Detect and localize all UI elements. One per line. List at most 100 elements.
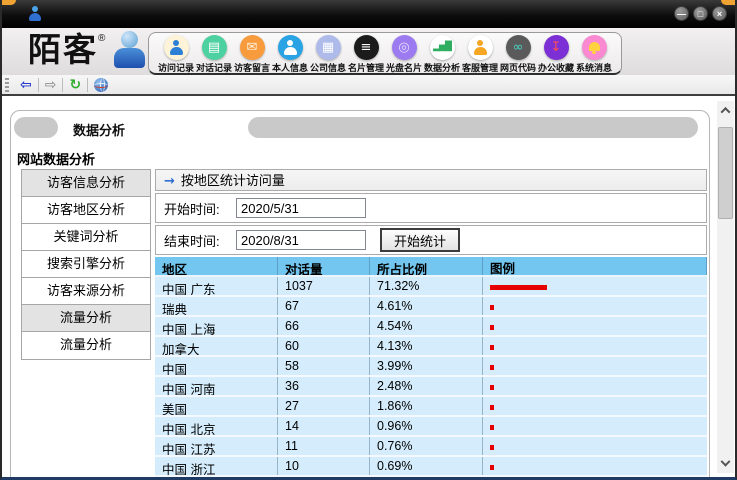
window-controls: — □ ×: [674, 6, 727, 21]
legend-cell: [483, 297, 707, 315]
person-glyph: [473, 40, 488, 55]
sidebar-item-访客来源分析[interactable]: 访客来源分析: [22, 278, 150, 305]
end-time-row: 结束时间: 开始统计: [155, 225, 707, 255]
toolbar-item-label: 数据分析: [424, 61, 460, 74]
toolbar-item-label: 访问记录: [158, 61, 194, 74]
toolbar-item-visitor-messages[interactable]: ✉访客留言: [233, 35, 271, 74]
legend-bar: [490, 305, 494, 310]
sidebar-item-关键词分析[interactable]: 关键词分析: [22, 224, 150, 251]
percent-cell: 0.76%: [370, 437, 483, 455]
table-row: 中国 北京140.96%: [155, 417, 707, 437]
navigation-toolbar: ⇦⇨↻: [2, 75, 735, 96]
icon-glyph: ▂▅█: [433, 43, 451, 52]
toolbar-item-chat-records[interactable]: ▤ 对话记录: [195, 35, 233, 74]
close-button[interactable]: ×: [712, 6, 727, 21]
icon-glyph: ◎: [398, 41, 409, 54]
panel-header-label: 按地区统计访问量: [181, 173, 285, 188]
toolbar-item-webpage-code[interactable]: ∞网页代码: [499, 35, 537, 74]
nav-refresh-button[interactable]: ↻: [63, 77, 87, 93]
toolbar-item-my-info[interactable]: 本人信息: [271, 35, 309, 74]
percent-cell: 4.13%: [370, 337, 483, 355]
sidebar-item-访客信息分析[interactable]: 访客信息分析: [22, 170, 150, 197]
tab-data-analysis[interactable]: 数据分析: [73, 120, 125, 139]
percent-cell: 71.32%: [370, 277, 483, 295]
card-icon: ≡: [354, 35, 379, 60]
toolbar-item-label: 系统消息: [576, 61, 612, 74]
app-person-icon: [28, 6, 42, 22]
main-toolbar: 陌客 ® 访问记录▤对话记录✉访客留言本人信息▦公司信息≡名片管理◎光盘名片▂▅…: [2, 28, 735, 75]
people-icon: [468, 35, 493, 60]
nav-forward-button[interactable]: ⇨: [39, 77, 63, 93]
legend-bar: [490, 385, 494, 390]
data-analysis-panel: 数据分析 网站数据分析 访客信息分析访客地区分析关键词分析搜索引擎分析访客来源分…: [10, 110, 710, 480]
title-bar: — □ ×: [2, 0, 735, 28]
scrollbar-thumb[interactable]: [718, 127, 733, 219]
start-time-row: 开始时间:: [155, 193, 707, 223]
toolbar-item-label: 本人信息: [272, 61, 308, 74]
scroll-up-button[interactable]: [717, 101, 734, 119]
main-panel: →按地区统计访问量 开始时间: 结束时间: 开始统计 地区对话量所占比例图例 中…: [155, 169, 707, 477]
sidebar-item-搜索引擎分析[interactable]: 搜索引擎分析: [22, 251, 150, 278]
conversations-cell: 27: [278, 397, 370, 415]
toolbar-item-service-management[interactable]: 客服管理: [461, 35, 499, 74]
region-cell: 中国 上海: [155, 317, 278, 335]
column-header: 所占比例: [370, 257, 483, 275]
table-row: 中国 广东103771.32%: [155, 277, 707, 297]
toolbar-icon-box: 访问记录▤对话记录✉访客留言本人信息▦公司信息≡名片管理◎光盘名片▂▅█数据分析…: [148, 32, 622, 75]
link-icon: ∞: [506, 35, 531, 60]
sidebar-item-流量分析[interactable]: 流量分析: [22, 305, 150, 332]
tab-strip-right-capsule: [248, 117, 698, 138]
legend-cell: [483, 337, 707, 355]
icon-glyph: ▤: [208, 41, 220, 54]
toolbar-item-data-analysis[interactable]: ▂▅█ 数据分析: [423, 35, 461, 74]
start-date-input[interactable]: [236, 198, 366, 218]
region-cell: 中国 浙江: [155, 457, 278, 475]
toolbar-item-cd-card[interactable]: ◎光盘名片: [385, 35, 423, 74]
region-cell: 中国 河南: [155, 377, 278, 395]
registered-mark: ®: [98, 33, 105, 44]
icon-glyph: ▦: [322, 41, 334, 54]
toolbar-item-label: 对话记录: [196, 61, 232, 74]
person-glyph: [283, 40, 298, 55]
globe-icon[interactable]: [94, 78, 108, 92]
download-icon: ↧: [544, 35, 569, 60]
conversations-cell: 36: [278, 377, 370, 395]
table-row: 中国 浙江100.69%: [155, 457, 707, 477]
toolbar-item-label: 客服管理: [462, 61, 498, 74]
envelope-icon: ✉: [240, 35, 265, 60]
column-header: 地区: [155, 257, 278, 275]
region-cell: 美国: [155, 397, 278, 415]
region-cell: 中国 江苏: [155, 437, 278, 455]
icon-glyph: ↧: [551, 41, 562, 54]
end-date-input[interactable]: [236, 230, 366, 250]
legend-cell: [483, 437, 707, 455]
scroll-down-button[interactable]: [717, 455, 734, 473]
toolbar-grip-handle[interactable]: [5, 78, 9, 92]
table-row: 瑞典674.61%: [155, 297, 707, 317]
percent-cell: 0.69%: [370, 457, 483, 475]
legend-bar: [490, 465, 494, 470]
sidebar-item-流量分析[interactable]: 流量分析: [22, 332, 150, 359]
person-icon: [278, 35, 303, 60]
blue-arrow-icon: →: [164, 174, 175, 189]
start-statistics-button[interactable]: 开始统计: [380, 228, 460, 252]
brand-logo-text: 陌客: [28, 30, 98, 70]
minimize-button[interactable]: —: [674, 6, 689, 21]
toolbar-item-company-info[interactable]: ▦公司信息: [309, 35, 347, 74]
toolbar-item-label: 访客留言: [234, 61, 270, 74]
nav-back-button[interactable]: ⇦: [14, 77, 38, 93]
region-cell: 中国: [155, 357, 278, 375]
toolbar-item-system-messages[interactable]: 系统消息: [575, 35, 613, 74]
legend-cell: [483, 397, 707, 415]
toolbar-item-visit-records[interactable]: 访问记录: [157, 35, 195, 74]
legend-bar: [490, 445, 494, 450]
document-icon: ▤: [202, 35, 227, 60]
region-cell: 瑞典: [155, 297, 278, 315]
toolbar-item-office-favorites[interactable]: ↧办公收藏: [537, 35, 575, 74]
maximize-button[interactable]: □: [693, 6, 708, 21]
sidebar-item-访客地区分析[interactable]: 访客地区分析: [22, 197, 150, 224]
percent-cell: 4.61%: [370, 297, 483, 315]
table-row: 中国 上海664.54%: [155, 317, 707, 337]
table-row: 中国 河南362.48%: [155, 377, 707, 397]
toolbar-item-card-management[interactable]: ≡名片管理: [347, 35, 385, 74]
